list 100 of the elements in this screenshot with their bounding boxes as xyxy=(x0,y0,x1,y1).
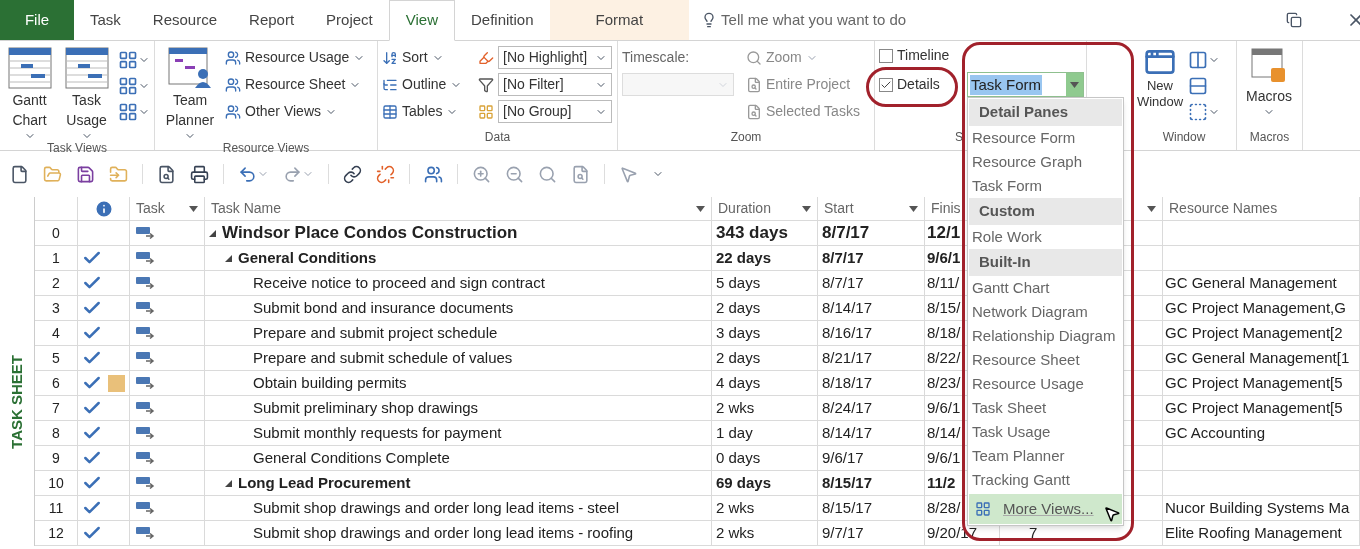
zoom-in-icon[interactable] xyxy=(472,164,491,184)
task-mode-icon xyxy=(136,476,155,490)
ribbon-button[interactable]: Team Planner xyxy=(159,46,221,142)
table-cell: 1 day xyxy=(712,421,818,446)
new-window-button[interactable]: New Window xyxy=(1136,46,1184,131)
table-cell: GC General Management xyxy=(1163,271,1360,296)
caret-icon[interactable] xyxy=(1070,81,1079,88)
table-cell: GC General Management[1 xyxy=(1163,346,1360,371)
column-header[interactable]: Task Name xyxy=(211,198,282,219)
redo-icon[interactable] xyxy=(283,164,302,184)
zoom-out-icon[interactable] xyxy=(505,164,524,184)
select-field[interactable]: [No Filter] xyxy=(498,73,612,96)
unlink-icon[interactable] xyxy=(376,164,395,184)
view-menu-button[interactable] xyxy=(118,102,150,122)
undo-icon[interactable] xyxy=(238,164,257,184)
menu-item[interactable]: Resource Graph xyxy=(968,150,1123,174)
filter-arrow-icon[interactable] xyxy=(696,205,705,212)
table-cell: 4 days xyxy=(712,371,818,396)
ribbon-button[interactable]: Zoom xyxy=(746,46,860,69)
zoom-page-icon[interactable] xyxy=(571,164,590,184)
table-cell: 3 days xyxy=(712,321,818,346)
print-preview-icon[interactable] xyxy=(157,164,176,184)
view-menu-button[interactable] xyxy=(118,76,150,96)
select-field[interactable]: [No Group] xyxy=(498,100,612,123)
columns-icon xyxy=(1188,50,1208,70)
menu-item[interactable]: More Views... xyxy=(969,494,1122,524)
column-header[interactable]: Resource Names xyxy=(1169,198,1278,219)
group-label: Data xyxy=(483,131,512,146)
table-cell: 8/24/17 xyxy=(818,396,925,421)
ribbon-button[interactable]: Resource Usage xyxy=(225,46,366,69)
new-file-icon[interactable] xyxy=(10,164,29,184)
ribbon-tab[interactable]: Task xyxy=(74,0,137,40)
task-mode-icon xyxy=(136,401,155,415)
task-mode-icon xyxy=(136,451,155,465)
ribbon-tab[interactable]: View xyxy=(388,0,455,41)
task-name: Submit bond and insurance documents xyxy=(253,297,514,318)
arrange-button[interactable] xyxy=(1188,50,1220,70)
arrange-button[interactable] xyxy=(1188,102,1220,122)
ribbon-button[interactable]: Outline xyxy=(382,73,474,96)
column-header[interactable]: Start xyxy=(824,198,854,219)
filter-arrow-icon[interactable] xyxy=(1147,205,1156,212)
print-icon[interactable] xyxy=(190,164,209,184)
task-mode-icon xyxy=(136,326,155,340)
collapse-toggle[interactable] xyxy=(209,229,216,237)
row-number: 2 xyxy=(35,271,78,296)
ribbon-button[interactable]: Selected Tasks xyxy=(746,100,860,123)
view-menu-button[interactable] xyxy=(118,50,150,70)
column-header[interactable]: Duration xyxy=(718,198,771,219)
ribbon-tab[interactable]: Report xyxy=(233,0,311,40)
ribbon-button[interactable]: Other Views xyxy=(225,100,366,123)
ribbon-tab[interactable]: Resource xyxy=(136,0,234,40)
tell-me-field[interactable]: Tell me what you want to do xyxy=(701,0,1002,40)
task-mode-icon xyxy=(136,376,155,390)
ribbon-tab[interactable]: File xyxy=(0,0,74,40)
task-name: General Conditions Complete xyxy=(253,447,450,468)
filter-arrow-icon[interactable] xyxy=(189,205,198,212)
ribbon-tab[interactable]: Definition xyxy=(455,0,550,40)
people-icon[interactable] xyxy=(424,164,443,184)
views-icon xyxy=(975,501,991,517)
collapse-toggle[interactable] xyxy=(225,254,232,262)
dashed-window-icon xyxy=(1188,102,1208,122)
ribbon-tab[interactable]: Project xyxy=(310,0,389,40)
task-name: Windsor Place Condos Construction xyxy=(222,222,518,245)
row-number: 3 xyxy=(35,296,78,321)
filter-arrow-icon[interactable] xyxy=(909,205,918,212)
ribbon-button[interactable]: Sort xyxy=(382,46,474,69)
ribbon-tab[interactable]: Format xyxy=(549,0,690,40)
save-icon[interactable] xyxy=(76,164,95,184)
table-cell: 69 days xyxy=(712,471,818,496)
table-cell: GC Project Management,G xyxy=(1163,296,1360,321)
ribbon-button[interactable]: Entire Project xyxy=(746,73,860,96)
column-header[interactable]: Task xyxy=(136,198,165,219)
select-field[interactable]: [No Highlight] xyxy=(498,46,612,69)
ribbon-button[interactable]: Gantt Chart xyxy=(4,46,56,142)
ribbon-button[interactable]: Resource Sheet xyxy=(225,73,366,96)
menu-item[interactable]: Task Form xyxy=(968,174,1123,198)
table-cell: Elite Roofing Management xyxy=(1163,521,1360,546)
menu-item[interactable]: Resource Form xyxy=(968,126,1123,150)
ribbon-button[interactable]: Task Usage xyxy=(59,46,114,142)
task-mode-icon xyxy=(136,501,155,515)
group-label: Zoom xyxy=(729,131,763,146)
details-view-select[interactable]: Task Form xyxy=(967,72,1084,97)
table-cell: 8/18/17 xyxy=(818,371,925,396)
link-icon[interactable] xyxy=(343,164,362,184)
people-icon xyxy=(225,103,241,120)
collapse-toggle[interactable] xyxy=(225,479,232,487)
restore-icon[interactable] xyxy=(1286,12,1302,28)
tell-me-input[interactable]: Tell me what you want to do xyxy=(721,8,982,32)
pointer-icon[interactable] xyxy=(619,164,638,184)
filter-arrow-icon[interactable] xyxy=(802,205,811,212)
ribbon-button[interactable]: Tables xyxy=(382,100,474,123)
search-icon[interactable] xyxy=(538,164,557,184)
column-header[interactable]: Finis xyxy=(931,198,961,219)
menu-section-header: Custom xyxy=(969,198,1122,225)
table-cell: 8/21/17 xyxy=(818,346,925,371)
group-label: Task Views xyxy=(46,142,108,157)
ribbon-button[interactable]: Macros xyxy=(1241,46,1297,131)
checkbox[interactable]: Details xyxy=(879,73,950,96)
info-icon xyxy=(93,198,114,219)
checkbox[interactable]: Timeline xyxy=(879,44,950,67)
